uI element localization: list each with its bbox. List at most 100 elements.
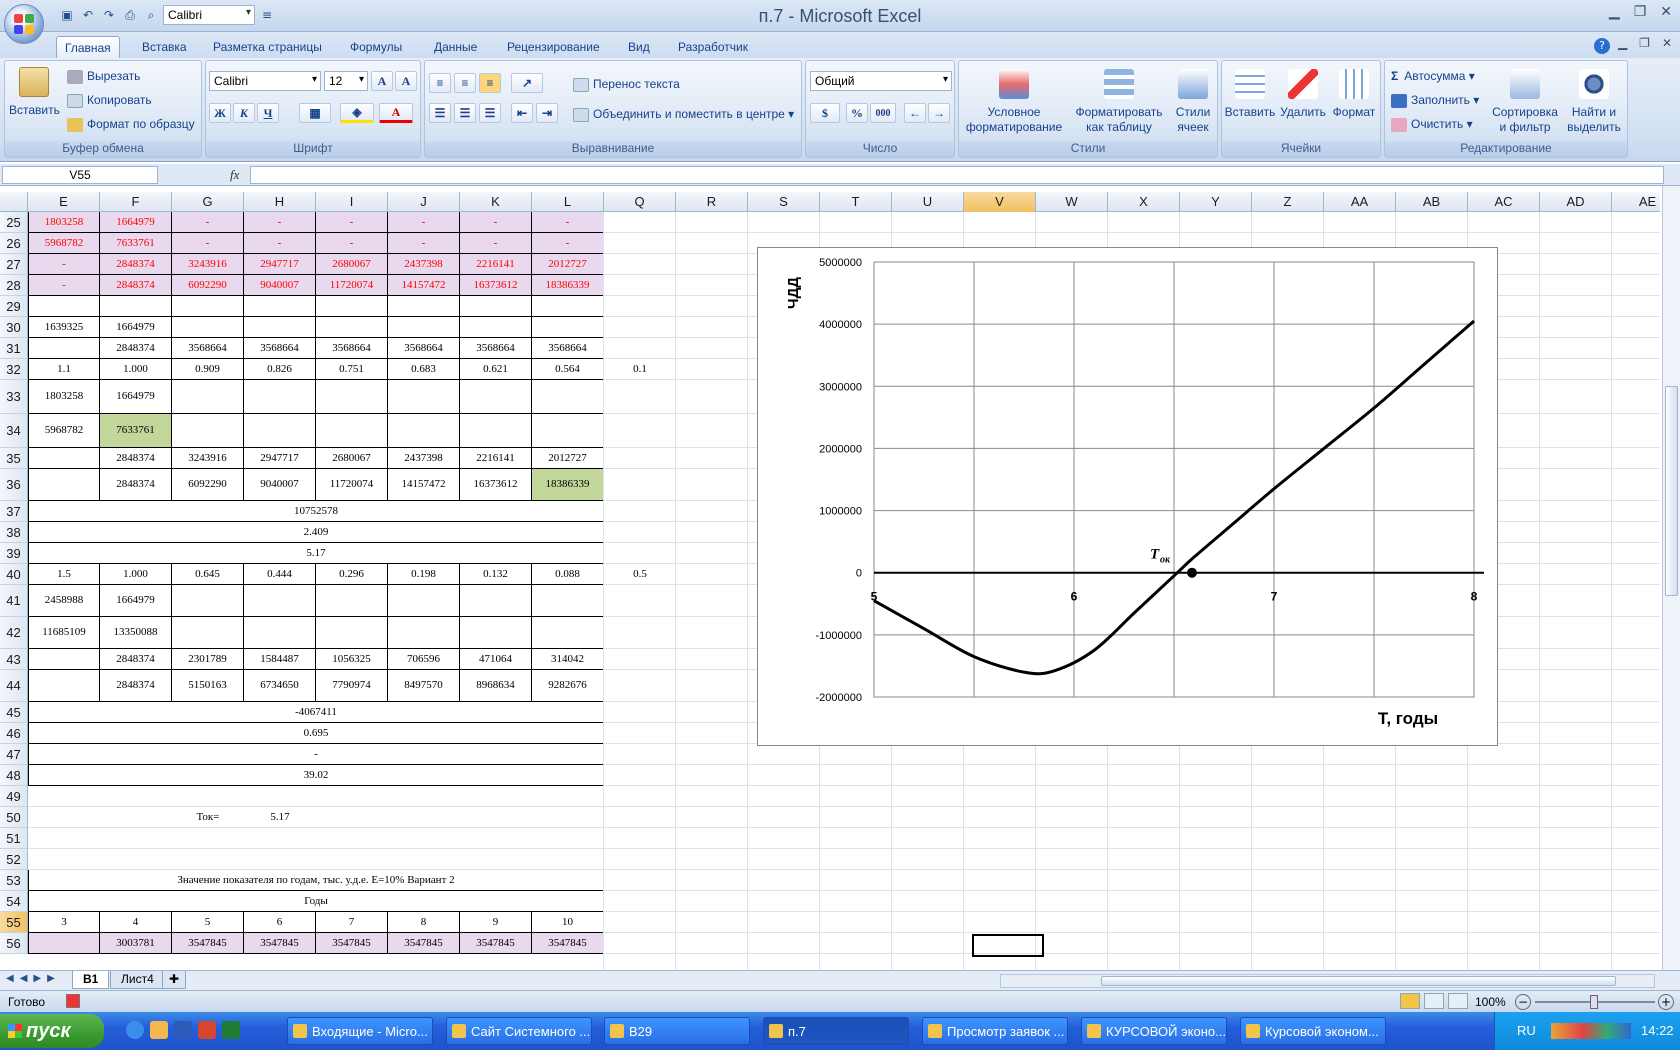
cell-l43[interactable]: 314042: [532, 649, 604, 670]
cell-h40[interactable]: 0.444: [244, 564, 316, 585]
cell-g41[interactable]: [172, 585, 244, 617]
column-header-ac[interactable]: AC: [1468, 192, 1540, 212]
cell-e42[interactable]: 11685109: [28, 617, 100, 649]
cell-g43[interactable]: 2301789: [172, 649, 244, 670]
cell-h25[interactable]: -: [244, 212, 316, 233]
cell-k56[interactable]: 3547845: [460, 933, 532, 954]
column-header-f[interactable]: F: [100, 192, 172, 212]
column-header-i[interactable]: I: [316, 192, 388, 212]
row-header-28[interactable]: 28: [0, 275, 28, 296]
column-header-ab[interactable]: AB: [1396, 192, 1468, 212]
row-header-42[interactable]: 42: [0, 617, 28, 649]
grow-font-button[interactable]: A: [371, 71, 393, 91]
cell-g35[interactable]: 3243916: [172, 448, 244, 469]
cell-j55[interactable]: 8: [388, 912, 460, 933]
row-header-37[interactable]: 37: [0, 501, 28, 522]
task-outlook[interactable]: Входящие - Micro...: [287, 1017, 433, 1045]
cell-h28[interactable]: 9040007: [244, 275, 316, 296]
align-top-icon[interactable]: ≡: [429, 73, 451, 93]
cell-f34[interactable]: 7633761: [100, 414, 172, 448]
task-word-2[interactable]: Курсовой эконом...: [1240, 1017, 1386, 1045]
insert-cells-button[interactable]: Вставить: [1224, 69, 1276, 120]
cell-k44[interactable]: 8968634: [460, 670, 532, 702]
row-header-50[interactable]: 50: [0, 807, 28, 828]
cell-k26[interactable]: -: [460, 233, 532, 254]
italic-button[interactable]: К: [233, 103, 255, 123]
tab-developer[interactable]: Разработчик: [670, 36, 756, 58]
number-format-combo[interactable]: Общий: [810, 71, 952, 91]
tok-value[interactable]: 5.17: [244, 807, 316, 828]
cell-f41[interactable]: 1664979: [100, 585, 172, 617]
cell-f56[interactable]: 3003781: [100, 933, 172, 954]
cell-h26[interactable]: -: [244, 233, 316, 254]
cell-g44[interactable]: 5150163: [172, 670, 244, 702]
cell-e26[interactable]: 5968782: [28, 233, 100, 254]
cell-k31[interactable]: 3568664: [460, 338, 532, 359]
cell-h32[interactable]: 0.826: [244, 359, 316, 380]
clear-button[interactable]: Очистить ▾: [1391, 117, 1473, 132]
cell-l26[interactable]: -: [532, 233, 604, 254]
cell-k33[interactable]: [460, 380, 532, 414]
underline-button[interactable]: Ч: [257, 103, 279, 123]
cell-j36[interactable]: 14157472: [388, 469, 460, 501]
row-header-47[interactable]: 47: [0, 744, 28, 765]
chart[interactable]: 5000000 4000000 3000000 2000000 1000000 0 -100…: [757, 247, 1498, 746]
cell-f25[interactable]: 1664979: [100, 212, 172, 233]
row-header-53[interactable]: 53: [0, 870, 28, 891]
conditional-formatting-button[interactable]: Условное форматирование: [961, 69, 1067, 135]
delete-cells-button[interactable]: Удалить: [1278, 69, 1328, 120]
column-header-r[interactable]: R: [676, 192, 748, 212]
align-left-icon[interactable]: ☰: [429, 103, 451, 123]
merged-cell-row-38[interactable]: 2.409: [28, 522, 604, 543]
cell-k30[interactable]: [460, 317, 532, 338]
zoom-out-icon[interactable]: −: [1515, 994, 1531, 1010]
worksheet-grid[interactable]: E F G H I J K L Q R S T U V W X Y Z AA AB AC AD AE 25 1803258 16…: [0, 192, 1660, 970]
column-header-x[interactable]: X: [1108, 192, 1180, 212]
cell-l33[interactable]: [532, 380, 604, 414]
row-header-44[interactable]: 44: [0, 670, 28, 702]
formula-input[interactable]: [250, 166, 1664, 184]
cell-j31[interactable]: 3568664: [388, 338, 460, 359]
powerpoint-icon[interactable]: [198, 1021, 216, 1039]
name-box[interactable]: V55: [2, 166, 158, 184]
outlook-icon[interactable]: [150, 1021, 168, 1039]
copy-button[interactable]: Копировать: [67, 93, 152, 108]
row-header-45[interactable]: 45: [0, 702, 28, 723]
cell-h43[interactable]: 1584487: [244, 649, 316, 670]
help-icon[interactable]: ?: [1594, 38, 1610, 54]
cell-j40[interactable]: 0.198: [388, 564, 460, 585]
wb-close-icon[interactable]: ✕: [1662, 36, 1672, 50]
cell-i35[interactable]: 2680067: [316, 448, 388, 469]
cell-styles-button[interactable]: Стили ячеек: [1171, 69, 1215, 135]
merged-cell-row-54[interactable]: Годы: [28, 891, 604, 912]
cell-i30[interactable]: [316, 317, 388, 338]
row-header-48[interactable]: 48: [0, 765, 28, 786]
cell-i27[interactable]: 2680067: [316, 254, 388, 275]
cell-h42[interactable]: [244, 617, 316, 649]
increase-indent-icon[interactable]: ⇥: [536, 103, 558, 123]
cell-j33[interactable]: [388, 380, 460, 414]
cell-k55[interactable]: 9: [460, 912, 532, 933]
find-select-button[interactable]: Найти и выделить: [1563, 69, 1625, 135]
cell-j42[interactable]: [388, 617, 460, 649]
cell-i25[interactable]: -: [316, 212, 388, 233]
cell-e30[interactable]: 1639325: [28, 317, 100, 338]
merged-cell-row-47[interactable]: -: [28, 744, 604, 765]
cell-i34[interactable]: [316, 414, 388, 448]
merge-center-button[interactable]: Объединить и поместить в центре ▾: [573, 107, 794, 122]
format-painter-button[interactable]: Формат по образцу: [67, 117, 195, 132]
cell-h33[interactable]: [244, 380, 316, 414]
cell-e25[interactable]: 1803258: [28, 212, 100, 233]
cell-e31[interactable]: [28, 338, 100, 359]
cell-l34[interactable]: [532, 414, 604, 448]
cell-g27[interactable]: 3243916: [172, 254, 244, 275]
column-header-e[interactable]: E: [28, 192, 100, 212]
column-header-ae[interactable]: AE: [1612, 192, 1660, 212]
cell-g33[interactable]: [172, 380, 244, 414]
column-header-v[interactable]: V: [964, 192, 1036, 212]
row-header-51[interactable]: 51: [0, 828, 28, 849]
cell-f27[interactable]: 2848374: [100, 254, 172, 275]
row-header-31[interactable]: 31: [0, 338, 28, 359]
task-excel[interactable]: п.7: [763, 1017, 909, 1045]
cell-i33[interactable]: [316, 380, 388, 414]
